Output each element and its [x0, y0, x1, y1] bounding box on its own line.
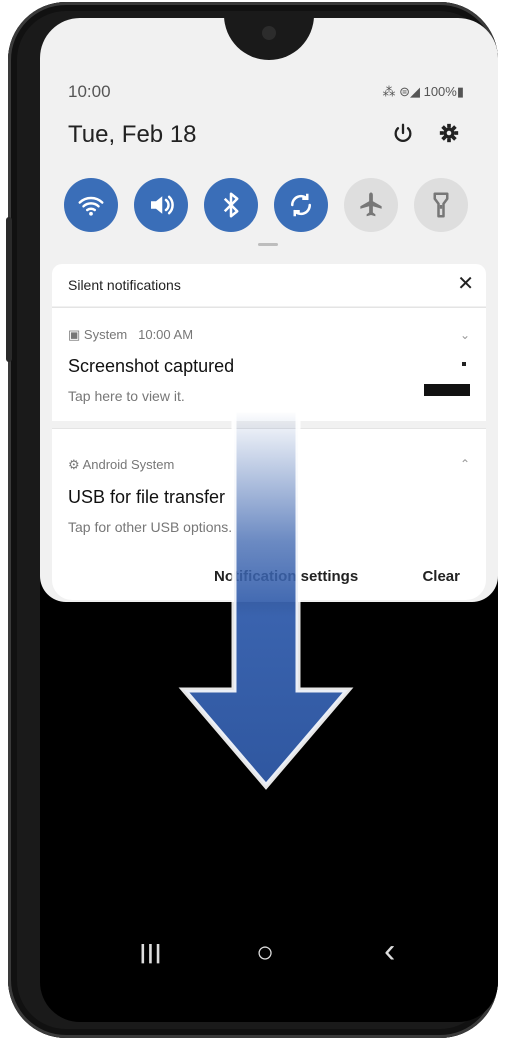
phone-frame: 10:00 ⁂ ⊜◢ 100%▮ Tue, Feb 18 Silent noti…: [6, 2, 498, 1038]
screenshot-thumbnail[interactable]: [424, 356, 470, 402]
flashlight-icon: [433, 192, 449, 218]
side-button: [6, 217, 12, 362]
notification-screenshot[interactable]: ▣ System 10:00 AM ⌄ Screenshot captured …: [52, 307, 486, 421]
shade-handle[interactable]: [258, 243, 278, 246]
section-label: Silent notifications: [68, 277, 181, 293]
notification-title: Screenshot captured: [68, 356, 235, 376]
navigation-bar: ||| ○ ‹: [40, 918, 498, 998]
status-indicators: ⁂ ⊜◢ 100%▮: [382, 84, 464, 99]
bluetooth-toggle[interactable]: [204, 178, 258, 232]
notification-subtitle: Tap here to view it.: [68, 388, 185, 404]
recents-button[interactable]: |||: [140, 942, 163, 965]
flashlight-toggle[interactable]: [414, 178, 468, 232]
notification-app: System: [83, 327, 128, 342]
screen: 10:00 ⁂ ⊜◢ 100%▮ Tue, Feb 18 Silent noti…: [40, 18, 498, 1022]
back-button[interactable]: ‹: [384, 932, 395, 971]
status-time: 10:00: [68, 82, 111, 101]
rotate-icon: [290, 193, 312, 217]
wifi-icon: [78, 196, 104, 216]
airplane-icon: [360, 192, 382, 217]
notification-app: Android System: [82, 457, 175, 472]
auto-rotate-toggle[interactable]: [274, 178, 328, 232]
notification-time: 10:00 AM: [138, 327, 194, 342]
wifi-toggle[interactable]: [64, 178, 118, 232]
bluetooth-icon: [223, 192, 239, 218]
clear-button[interactable]: Clear: [422, 568, 460, 585]
notification-meta: ▣ System 10:00 AM: [68, 327, 193, 343]
airplane-mode-toggle[interactable]: [344, 178, 398, 232]
gear-icon[interactable]: [438, 122, 460, 151]
android-icon: ⚙: [68, 457, 80, 472]
chevron-up-icon[interactable]: ⌃: [460, 457, 470, 471]
date-label: Tue, Feb 18: [68, 121, 197, 148]
speaker-icon: [151, 195, 174, 215]
notification-meta: ⚙ Android System: [68, 457, 174, 473]
sound-toggle[interactable]: [134, 178, 188, 232]
home-button[interactable]: ○: [256, 936, 274, 970]
camera-notch: [224, 18, 314, 60]
power-icon[interactable]: [392, 122, 414, 151]
chevron-down-icon[interactable]: ⌄: [460, 328, 470, 342]
silent-notifications-header: Silent notifications ✕: [52, 264, 486, 306]
close-icon[interactable]: ✕: [457, 271, 474, 296]
swipe-down-arrow: [178, 408, 354, 790]
image-icon: ▣: [68, 327, 81, 342]
